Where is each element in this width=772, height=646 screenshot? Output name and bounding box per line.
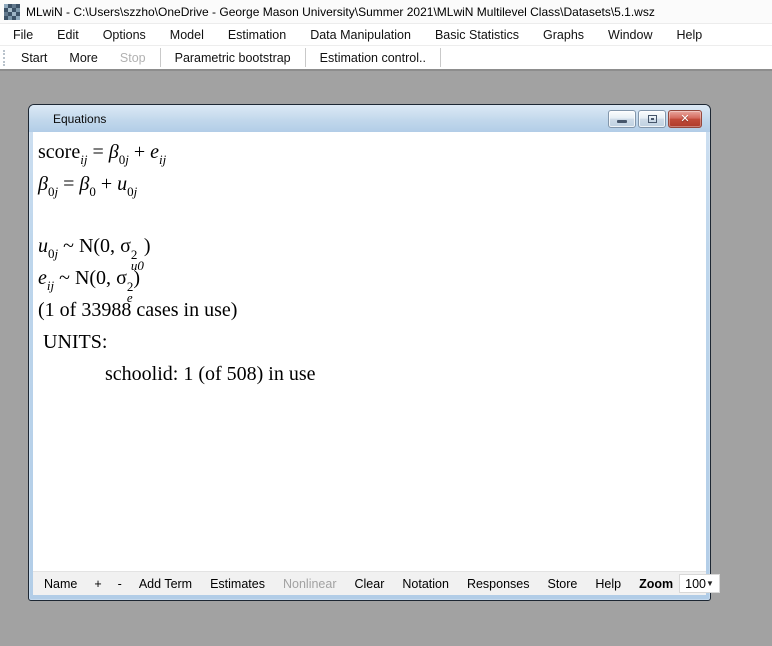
- eq-button-estimates[interactable]: Estimates: [201, 577, 274, 591]
- zoom-value: 100: [685, 577, 706, 591]
- menu-item-options[interactable]: Options: [91, 24, 158, 45]
- equations-titlebar[interactable]: Equations ✕: [29, 105, 710, 132]
- close-icon: ✕: [680, 113, 689, 124]
- toolbar-button-parametric-bootstrap[interactable]: Parametric bootstrap: [164, 47, 302, 68]
- app-icon: [4, 4, 20, 20]
- restore-icon: [648, 115, 657, 123]
- minimize-icon: [617, 120, 627, 123]
- menu-item-model[interactable]: Model: [158, 24, 216, 45]
- eq-button-nonlinear: Nonlinear: [274, 577, 346, 591]
- chevron-down-icon: ▼: [706, 579, 719, 588]
- menu-item-estimation[interactable]: Estimation: [216, 24, 298, 45]
- close-button[interactable]: ✕: [668, 110, 702, 128]
- eq-button-add-term[interactable]: Add Term: [130, 577, 201, 591]
- menu-item-data-manipulation[interactable]: Data Manipulation: [298, 24, 423, 45]
- menubar: File Edit Options Model Estimation Data …: [0, 24, 772, 46]
- equation-line: UNITS:: [33, 326, 706, 358]
- equation-line: schoolid: 1 (of 508) in use: [33, 358, 706, 390]
- titlebar: MLwiN - C:\Users\szzho\OneDrive - George…: [0, 0, 772, 24]
- toolbar-button-start[interactable]: Start: [10, 47, 58, 68]
- menu-item-help[interactable]: Help: [665, 24, 715, 45]
- eq-button-plus[interactable]: +: [86, 577, 109, 591]
- window-controls: ✕: [608, 110, 702, 128]
- eq-button-help[interactable]: Help: [586, 577, 630, 591]
- equations-content: scoreij = β0j + eijβ0j = β0 + u0j u0j ~ N…: [33, 132, 706, 571]
- equations-title: Equations: [53, 112, 106, 126]
- equations-window: Equations ✕ scoreij = β0j + eijβ0j = β0 …: [28, 104, 711, 601]
- toolbar-button-more[interactable]: More: [58, 47, 108, 68]
- eq-button-clear[interactable]: Clear: [346, 577, 394, 591]
- menu-item-graphs[interactable]: Graphs: [531, 24, 596, 45]
- eq-button-name[interactable]: Name: [35, 577, 86, 591]
- equations-toolbar: Name + - Add Term Estimates Nonlinear Cl…: [33, 571, 706, 595]
- menu-item-basic-statistics[interactable]: Basic Statistics: [423, 24, 531, 45]
- equation-line: eij ~ N(0, σ2e): [33, 262, 706, 294]
- minimize-button[interactable]: [608, 110, 636, 128]
- toolbar-button-estimation-control[interactable]: Estimation control..: [309, 47, 437, 68]
- menu-item-file[interactable]: File: [1, 24, 45, 45]
- equation-line: scoreij = β0j + eij: [33, 136, 706, 168]
- zoom-label: Zoom: [630, 577, 679, 591]
- equation-spacer: [33, 200, 706, 230]
- toolbar-separator: [160, 48, 161, 67]
- zoom-combobox[interactable]: 100 ▼: [679, 574, 720, 593]
- restore-button[interactable]: [638, 110, 666, 128]
- toolbar-separator: [305, 48, 306, 67]
- toolbar-grip[interactable]: [3, 50, 6, 66]
- eq-button-store[interactable]: Store: [538, 577, 586, 591]
- equation-line: (1 of 33988 cases in use): [33, 294, 706, 326]
- menu-item-edit[interactable]: Edit: [45, 24, 91, 45]
- equation-line: β0j = β0 + u0j: [33, 168, 706, 200]
- toolbar-button-stop: Stop: [109, 47, 157, 68]
- eq-button-minus[interactable]: -: [110, 577, 130, 591]
- main-toolbar: Start More Stop Parametric bootstrap Est…: [0, 46, 772, 71]
- menu-item-window[interactable]: Window: [596, 24, 664, 45]
- eq-button-notation[interactable]: Notation: [393, 577, 458, 591]
- toolbar-separator: [440, 48, 441, 67]
- window-title: MLwiN - C:\Users\szzho\OneDrive - George…: [26, 5, 655, 19]
- equation-line: u0j ~ N(0, σ2u0): [33, 230, 706, 262]
- eq-button-responses[interactable]: Responses: [458, 577, 539, 591]
